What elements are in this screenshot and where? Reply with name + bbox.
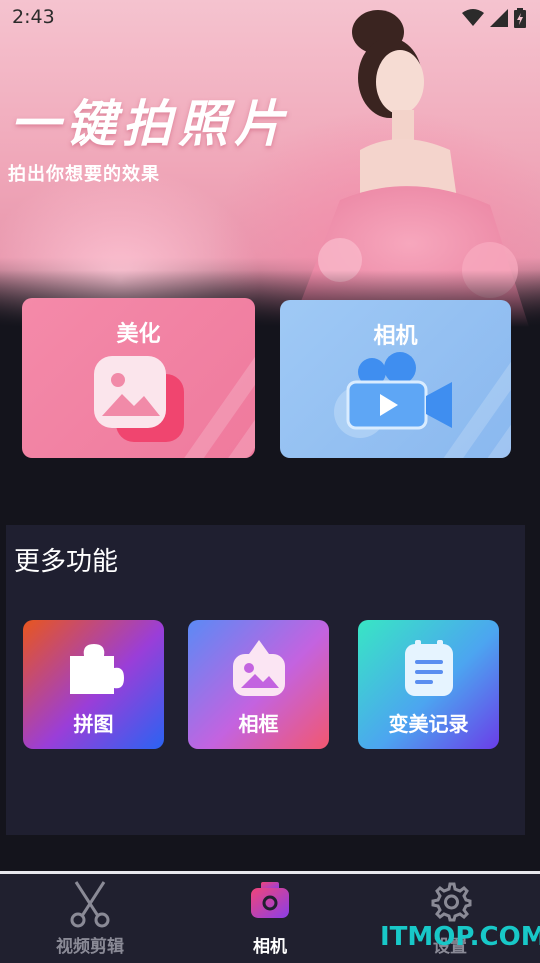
wifi-icon — [462, 9, 484, 26]
notepad-icon — [404, 640, 453, 696]
camera-icon — [251, 882, 289, 918]
status-time: 2:43 — [12, 6, 55, 28]
more-functions-panel: 更多功能 拼图 相框 变美记录 — [6, 525, 525, 835]
beauty-log-tile[interactable]: 变美记录 — [358, 620, 499, 749]
photo-frame-tile-label: 相框 — [238, 712, 279, 736]
status-bar: 2:43 — [0, 0, 540, 36]
puzzle-tile[interactable]: 拼图 — [23, 620, 164, 749]
puzzle-icon — [69, 644, 124, 694]
nav-video-edit-label: 视频剪辑 — [56, 937, 124, 957]
puzzle-tile-label: 拼图 — [73, 712, 114, 736]
camera-card[interactable]: 相机 — [280, 300, 511, 458]
camera-card-label: 相机 — [373, 324, 418, 349]
signal-icon — [490, 9, 508, 27]
video-camera-icon — [334, 352, 452, 438]
photo-frame-tile[interactable]: 相框 — [188, 620, 329, 749]
nav-camera[interactable]: 相机 — [190, 874, 350, 963]
hero-title: 一键拍照片 — [10, 94, 290, 153]
beauty-card-label: 美化 — [116, 322, 161, 347]
nav-video-edit[interactable]: 视频剪辑 — [10, 874, 170, 963]
beauty-log-tile-label: 变美记录 — [388, 712, 469, 736]
scissors-icon — [70, 881, 110, 928]
hero-banner: 一键拍照片 拍出你想要的效果 — [0, 0, 540, 330]
beauty-card[interactable]: 美化 — [22, 298, 255, 458]
battery-icon — [514, 8, 526, 28]
hero-subtitle: 拍出你想要的效果 — [8, 164, 160, 185]
nav-camera-label: 相机 — [253, 937, 287, 957]
watermark: ITMOP.COM — [380, 922, 540, 952]
photo-frame-icon — [232, 640, 285, 696]
image-icon — [94, 356, 184, 442]
more-functions-title: 更多功能 — [14, 547, 119, 577]
gear-icon — [431, 882, 472, 922]
